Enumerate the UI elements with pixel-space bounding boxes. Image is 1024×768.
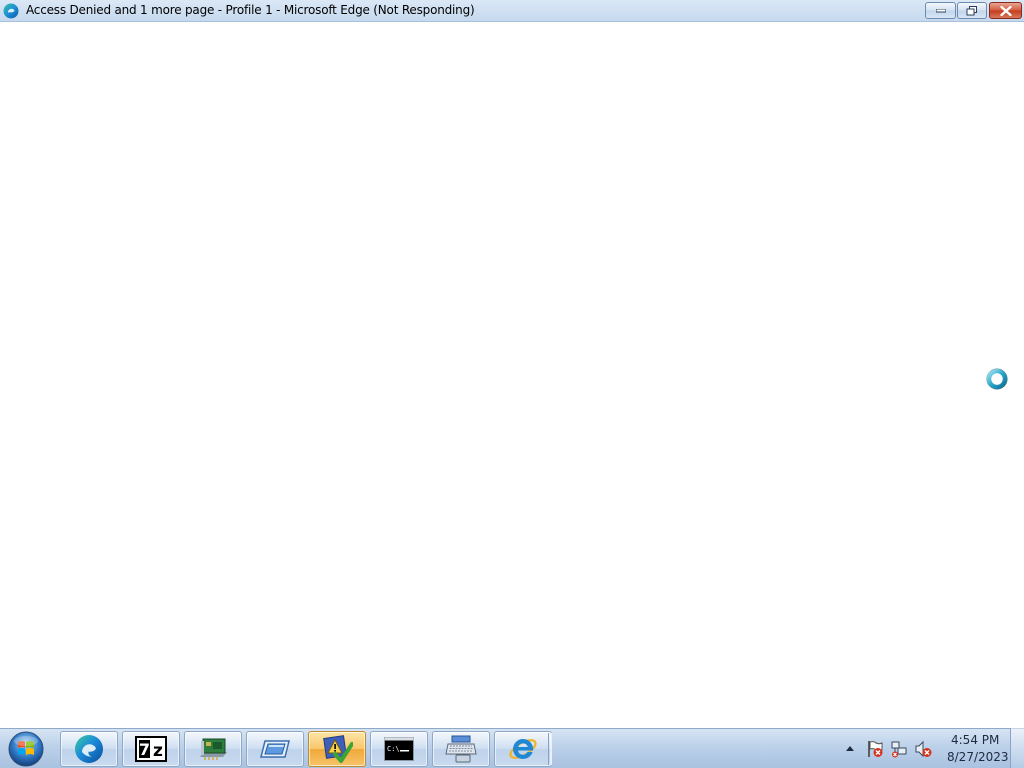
minimize-icon — [935, 8, 946, 12]
taskbar-command-prompt-button[interactable]: C:\ — [370, 731, 428, 767]
remote-desktop-icon — [260, 740, 290, 758]
action-center-icon — [323, 735, 353, 763]
busy-cursor-icon — [986, 368, 1008, 390]
restore-button[interactable] — [957, 2, 987, 19]
network-card-icon — [200, 738, 227, 760]
network-disconnected-icon[interactable] — [890, 740, 908, 758]
show-desktop-button[interactable] — [1010, 728, 1024, 768]
edge-icon — [75, 735, 103, 763]
taskbar-7zip-button[interactable]: 7 z — [122, 731, 180, 767]
internet-explorer-icon — [509, 738, 537, 759]
taskbar-keyboard-computer-button[interactable] — [432, 731, 490, 767]
svg-text:C:\: C:\ — [387, 745, 400, 753]
window-title: Access Denied and 1 more page - Profile … — [26, 3, 475, 17]
svg-text:7: 7 — [139, 740, 150, 759]
close-icon — [1000, 5, 1011, 16]
taskbar-action-center-button[interactable] — [308, 731, 366, 767]
keyboard-computer-icon — [445, 735, 477, 763]
close-button[interactable] — [989, 2, 1022, 19]
minimize-button[interactable] — [925, 2, 956, 19]
clock-time[interactable]: 4:54 PM — [951, 733, 999, 747]
window-titlebar[interactable]: Access Denied and 1 more page - Profile … — [0, 0, 1024, 22]
windows-start-orb-icon[interactable] — [6, 730, 46, 768]
taskbar-network-card-button[interactable] — [184, 731, 242, 767]
clock-date[interactable]: 8/27/2023 — [947, 750, 1009, 764]
svg-text:z: z — [153, 741, 163, 761]
7zip-icon: 7 z — [135, 736, 167, 762]
action-center-flag-icon[interactable] — [866, 740, 884, 758]
edge-icon — [3, 3, 19, 19]
taskbar-remote-desktop-button[interactable] — [246, 731, 304, 767]
show-hidden-icons-arrow[interactable] — [845, 744, 855, 752]
taskbar-internet-explorer-button[interactable] — [494, 731, 552, 767]
restore-icon — [966, 5, 977, 15]
volume-muted-icon[interactable] — [914, 740, 932, 758]
taskbar-separator — [548, 733, 552, 765]
command-prompt-icon: C:\ — [384, 737, 414, 761]
taskbar-edge-button[interactable] — [60, 731, 118, 767]
